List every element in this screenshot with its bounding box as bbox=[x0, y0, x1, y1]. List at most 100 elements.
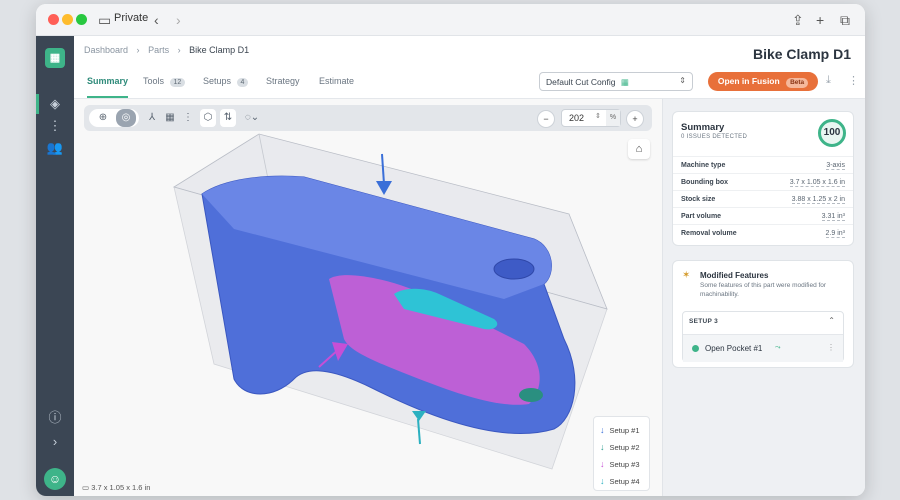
open-in-fusion-button[interactable]: Open in Fusion Beta bbox=[708, 72, 818, 91]
setup-legend: ↓ Setup #1 ↓ Setup #2 ↓ Setup #3 ↓ Setup #4 bbox=[593, 416, 650, 491]
open-in-fusion-label: Open in Fusion bbox=[717, 76, 780, 86]
arrow-down-icon: ↓ bbox=[600, 459, 605, 469]
tab-label: Estimate bbox=[319, 76, 355, 86]
tab-tools[interactable]: Tools 12 bbox=[143, 76, 186, 87]
more-options-icon[interactable]: ⋮ bbox=[827, 343, 835, 352]
breadcrumb-dashboard[interactable]: Dashboard bbox=[84, 45, 128, 55]
part-model[interactable] bbox=[74, 99, 663, 496]
tab-badge: 4 bbox=[236, 78, 249, 87]
tab-label: Tools bbox=[143, 76, 165, 86]
app-window: ▭ Private ‹ › ⇪ + ⧉ ▦ ◈ ⋮ 👥 ⓘ › ☺ Dashbo… bbox=[36, 4, 865, 496]
legend-label: Setup #3 bbox=[609, 460, 640, 469]
new-tab-icon[interactable]: + bbox=[816, 10, 824, 30]
page-title: Bike Clamp D1 bbox=[752, 46, 851, 62]
tab-strategy[interactable]: Strategy bbox=[266, 76, 300, 86]
legend-label: Setup #2 bbox=[609, 443, 640, 452]
more-options-icon[interactable]: ⋮ bbox=[848, 74, 859, 87]
stat-key: Part volume bbox=[681, 213, 722, 220]
minimize-window-button[interactable] bbox=[62, 14, 73, 25]
sidebar-item-parts[interactable]: ◈ bbox=[36, 94, 74, 114]
tab-estimate[interactable]: Estimate bbox=[319, 76, 354, 86]
summary-title: Summary bbox=[681, 122, 725, 133]
stat-key: Machine type bbox=[681, 162, 726, 169]
stat-row: Part volume 3.31 in³ bbox=[673, 207, 853, 224]
stat-row: Stock size 3.88 x 1.25 x 2 in bbox=[673, 190, 853, 207]
title-bar: ▭ Private ‹ › ⇪ + ⧉ bbox=[36, 4, 865, 36]
issues-count: 0 ISSUES DETECTED bbox=[681, 134, 748, 140]
users-icon: 👥 bbox=[46, 140, 64, 155]
legend-item-setup-4[interactable]: ↓ Setup #4 bbox=[600, 476, 640, 486]
sidebar-item-pipeline[interactable]: ⋮ bbox=[36, 116, 74, 136]
stat-key: Removal volume bbox=[681, 230, 737, 237]
score-badge: 100 bbox=[818, 119, 846, 147]
breadcrumb: Dashboard › Parts › Bike Clamp D1 bbox=[84, 45, 255, 55]
ruler-icon: ▭ bbox=[82, 483, 90, 492]
tab-badge: 12 bbox=[169, 78, 186, 87]
dimensions-text: 3.7 x 1.05 x 1.6 in bbox=[91, 483, 151, 492]
modified-features-card: ✶ Modified Features Some features of thi… bbox=[672, 260, 854, 368]
breadcrumb-separator: › bbox=[136, 45, 140, 55]
forward-icon[interactable]: › bbox=[176, 10, 181, 30]
stat-row: Machine type 3-axis bbox=[673, 156, 853, 173]
dimensions-readout: ▭ 3.7 x 1.05 x 1.6 in bbox=[82, 483, 150, 492]
modified-icon: ⤳ bbox=[775, 344, 781, 351]
share-icon[interactable]: ⇪ bbox=[792, 10, 804, 30]
setup-group: SETUP 3 ⌃ Open Pocket #1 ⤳ ⋮ bbox=[682, 311, 844, 362]
tab-label: Strategy bbox=[266, 76, 300, 86]
app-logo-icon[interactable]: ▦ bbox=[45, 48, 65, 68]
mount-hole-bottom bbox=[519, 388, 543, 402]
modified-features-title: Modified Features bbox=[700, 271, 769, 280]
tab-label: Summary bbox=[87, 76, 129, 86]
chevron-right-icon: › bbox=[52, 434, 58, 449]
pipeline-icon: ⋮ bbox=[48, 118, 62, 133]
legend-label: Setup #4 bbox=[609, 477, 640, 486]
mount-hole-top bbox=[493, 258, 535, 280]
stat-value: 2.9 in³ bbox=[825, 230, 845, 238]
feature-name: Open Pocket #1 bbox=[705, 344, 763, 353]
chevron-updown-icon: ⇕ bbox=[679, 76, 686, 85]
stat-key: Stock size bbox=[681, 196, 716, 203]
cut-config-value: Default Cut Config bbox=[546, 77, 616, 87]
download-icon[interactable]: ⤓ bbox=[826, 74, 831, 87]
profile-label: Private bbox=[114, 12, 149, 24]
beta-badge: Beta bbox=[786, 78, 809, 88]
stat-row: Removal volume 2.9 in³ bbox=[673, 224, 853, 241]
sidebar-toggle-icon[interactable]: ▭ bbox=[98, 10, 111, 30]
back-icon[interactable]: ‹ bbox=[154, 10, 159, 30]
legend-item-setup-1[interactable]: ↓ Setup #1 bbox=[600, 425, 640, 435]
summary-card: Summary 0 ISSUES DETECTED 100 Machine ty… bbox=[672, 111, 854, 246]
cube-icon: ◈ bbox=[50, 96, 60, 111]
stat-row: Bounding box 3.7 x 1.05 x 1.6 in bbox=[673, 173, 853, 190]
stat-value: 3.88 x 1.25 x 2 in bbox=[791, 196, 845, 204]
arrow-down-icon: ↓ bbox=[600, 442, 605, 452]
chevron-up-icon[interactable]: ⌃ bbox=[828, 316, 835, 325]
help-button[interactable]: ⓘ bbox=[36, 408, 74, 428]
help-icon: ⓘ bbox=[48, 410, 62, 425]
legend-label: Setup #1 bbox=[609, 426, 640, 435]
cut-config-select[interactable]: Default Cut Config ▦ ⇕ bbox=[539, 72, 693, 91]
maximize-window-button[interactable] bbox=[76, 14, 87, 25]
setup-group-header[interactable]: SETUP 3 bbox=[689, 318, 718, 325]
config-icon: ▦ bbox=[620, 77, 629, 87]
stat-value: 3.7 x 1.05 x 1.6 in bbox=[789, 179, 845, 187]
modified-features-description: Some features of this part were modified… bbox=[700, 282, 827, 298]
feature-item[interactable]: Open Pocket #1 ⤳ ⋮ bbox=[683, 334, 843, 362]
stat-value: 3-axis bbox=[826, 162, 845, 170]
tab-label: Setups bbox=[203, 76, 232, 86]
sidebar: ▦ ◈ ⋮ 👥 ⓘ › ☺ bbox=[36, 36, 74, 496]
arrow-down-icon: ↓ bbox=[600, 425, 605, 435]
tab-summary[interactable]: Summary bbox=[87, 76, 129, 98]
stat-value: 3.31 in³ bbox=[821, 213, 845, 221]
breadcrumb-parts[interactable]: Parts bbox=[148, 45, 169, 55]
breadcrumb-separator: › bbox=[177, 45, 181, 55]
avatar[interactable]: ☺ bbox=[44, 468, 66, 490]
close-window-button[interactable] bbox=[48, 14, 59, 25]
tab-setups[interactable]: Setups 4 bbox=[203, 76, 249, 87]
right-panel: Summary 0 ISSUES DETECTED 100 Machine ty… bbox=[662, 99, 865, 496]
sidebar-item-team[interactable]: 👥 bbox=[36, 138, 74, 158]
legend-item-setup-3[interactable]: ↓ Setup #3 bbox=[600, 459, 640, 469]
breadcrumb-current: Bike Clamp D1 bbox=[189, 45, 250, 55]
expand-sidebar-button[interactable]: › bbox=[36, 432, 74, 452]
legend-item-setup-2[interactable]: ↓ Setup #2 bbox=[600, 442, 640, 452]
tabs-overview-icon[interactable]: ⧉ bbox=[840, 10, 850, 30]
